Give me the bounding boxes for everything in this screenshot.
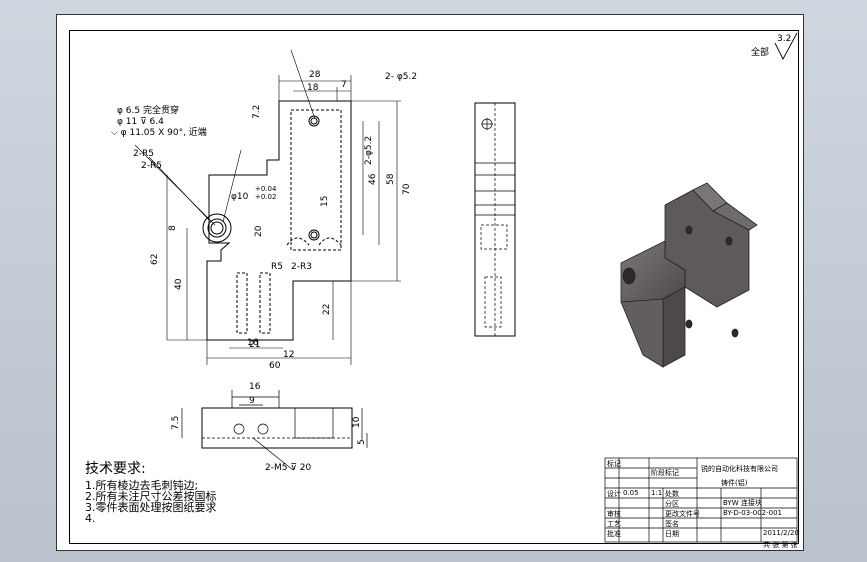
dim-7-2: 7.2 bbox=[252, 105, 262, 119]
dim-46: 46 bbox=[368, 173, 378, 185]
dim-22: 22 bbox=[322, 304, 332, 315]
cad-drawing: 28 18 7 7.2 46 58 70 15 20 8 62 40 22 21… bbox=[111, 32, 799, 549]
dim-70: 70 bbox=[402, 183, 412, 195]
tb-cell-2: 更改文件号 bbox=[665, 509, 700, 518]
surface-label: 全部 bbox=[751, 46, 769, 58]
tb-part-name: BYW 连接块 bbox=[723, 498, 762, 507]
dim-60: 60 bbox=[269, 361, 281, 371]
dim-16b: 16 bbox=[247, 338, 259, 348]
tech-item-3: 3.零件表面处理按图纸要求 bbox=[85, 501, 217, 514]
iso-view bbox=[620, 182, 758, 368]
note-r3: 2-R3 bbox=[291, 262, 312, 272]
tb-cell-3: 签名 bbox=[665, 519, 679, 528]
tb-row-3: 工艺 bbox=[607, 520, 621, 528]
note-tol-plus: +0.04 bbox=[255, 185, 277, 193]
tb-cell-0: 处数 bbox=[665, 489, 679, 498]
tb-scale: 1:1 bbox=[651, 489, 662, 497]
tb-part-no: BY-D-03-002-001 bbox=[723, 509, 782, 517]
surface-value: 3.2 bbox=[777, 34, 791, 44]
dim-7: 7 bbox=[341, 80, 347, 90]
dim-9: 9 bbox=[249, 396, 255, 406]
dim-5: 5 bbox=[357, 439, 367, 445]
note-phi10: φ10 bbox=[231, 192, 249, 202]
tb-row-2: 审核 bbox=[607, 509, 621, 518]
tb-weight: 0.05 bbox=[623, 489, 639, 497]
dim-40: 40 bbox=[174, 278, 184, 290]
dim-10: 10 bbox=[352, 416, 362, 428]
tb-code: 阶段标记 bbox=[651, 468, 679, 477]
tb-row-0: 标记 bbox=[607, 459, 621, 468]
dim-15: 15 bbox=[320, 196, 330, 207]
tech-title: 技术要求: bbox=[85, 461, 146, 477]
tb-cell-4: 日期 bbox=[665, 530, 679, 538]
dim-20: 20 bbox=[254, 225, 264, 237]
note-r5c: R5 bbox=[271, 262, 283, 272]
dim-12: 12 bbox=[283, 350, 294, 360]
note-phi52: 2- φ5.2 bbox=[385, 72, 417, 82]
note-phi52v: 2-φ5.2 bbox=[364, 136, 374, 165]
top-view bbox=[201, 407, 353, 449]
dim-8: 8 bbox=[168, 225, 178, 231]
tb-cell-1: 分区 bbox=[665, 499, 679, 508]
note-hole-3: ⌵ φ 11.05 X 90°, 近端 bbox=[111, 126, 207, 138]
tb-row-1: 设计 bbox=[607, 489, 621, 498]
tb-sheet: 共 张 第 张 bbox=[763, 540, 798, 549]
tech-item-4: 4. bbox=[85, 512, 96, 525]
note-m5: 2-M5 ⊽ 20 bbox=[265, 463, 312, 473]
note-hole-2: φ 11 ⊽ 6.4 bbox=[117, 117, 164, 127]
dim-7-5: 7.5 bbox=[171, 416, 181, 430]
dim-18: 18 bbox=[307, 83, 319, 93]
note-r5: 2-R5 bbox=[133, 149, 154, 159]
note-hole-1: φ 6.5 完全贯穿 bbox=[117, 104, 179, 116]
dim-16: 16 bbox=[249, 382, 261, 392]
tb-material: 铸件(铝) bbox=[721, 478, 748, 487]
drawing-sheet: 28 18 7 7.2 46 58 70 15 20 8 62 40 22 21… bbox=[56, 14, 804, 551]
note-tol-minus: +0.02 bbox=[255, 193, 276, 201]
dim-58: 58 bbox=[386, 173, 396, 185]
tb-row-4: 批准 bbox=[607, 529, 621, 538]
tb-company: 锐的自动化科技有限公司 bbox=[701, 464, 778, 473]
tb-date: 2011/2/20 bbox=[763, 529, 799, 537]
note-r5b: 2-R5 bbox=[141, 161, 162, 171]
dim-28: 28 bbox=[309, 70, 321, 80]
dim-62: 62 bbox=[150, 254, 160, 265]
